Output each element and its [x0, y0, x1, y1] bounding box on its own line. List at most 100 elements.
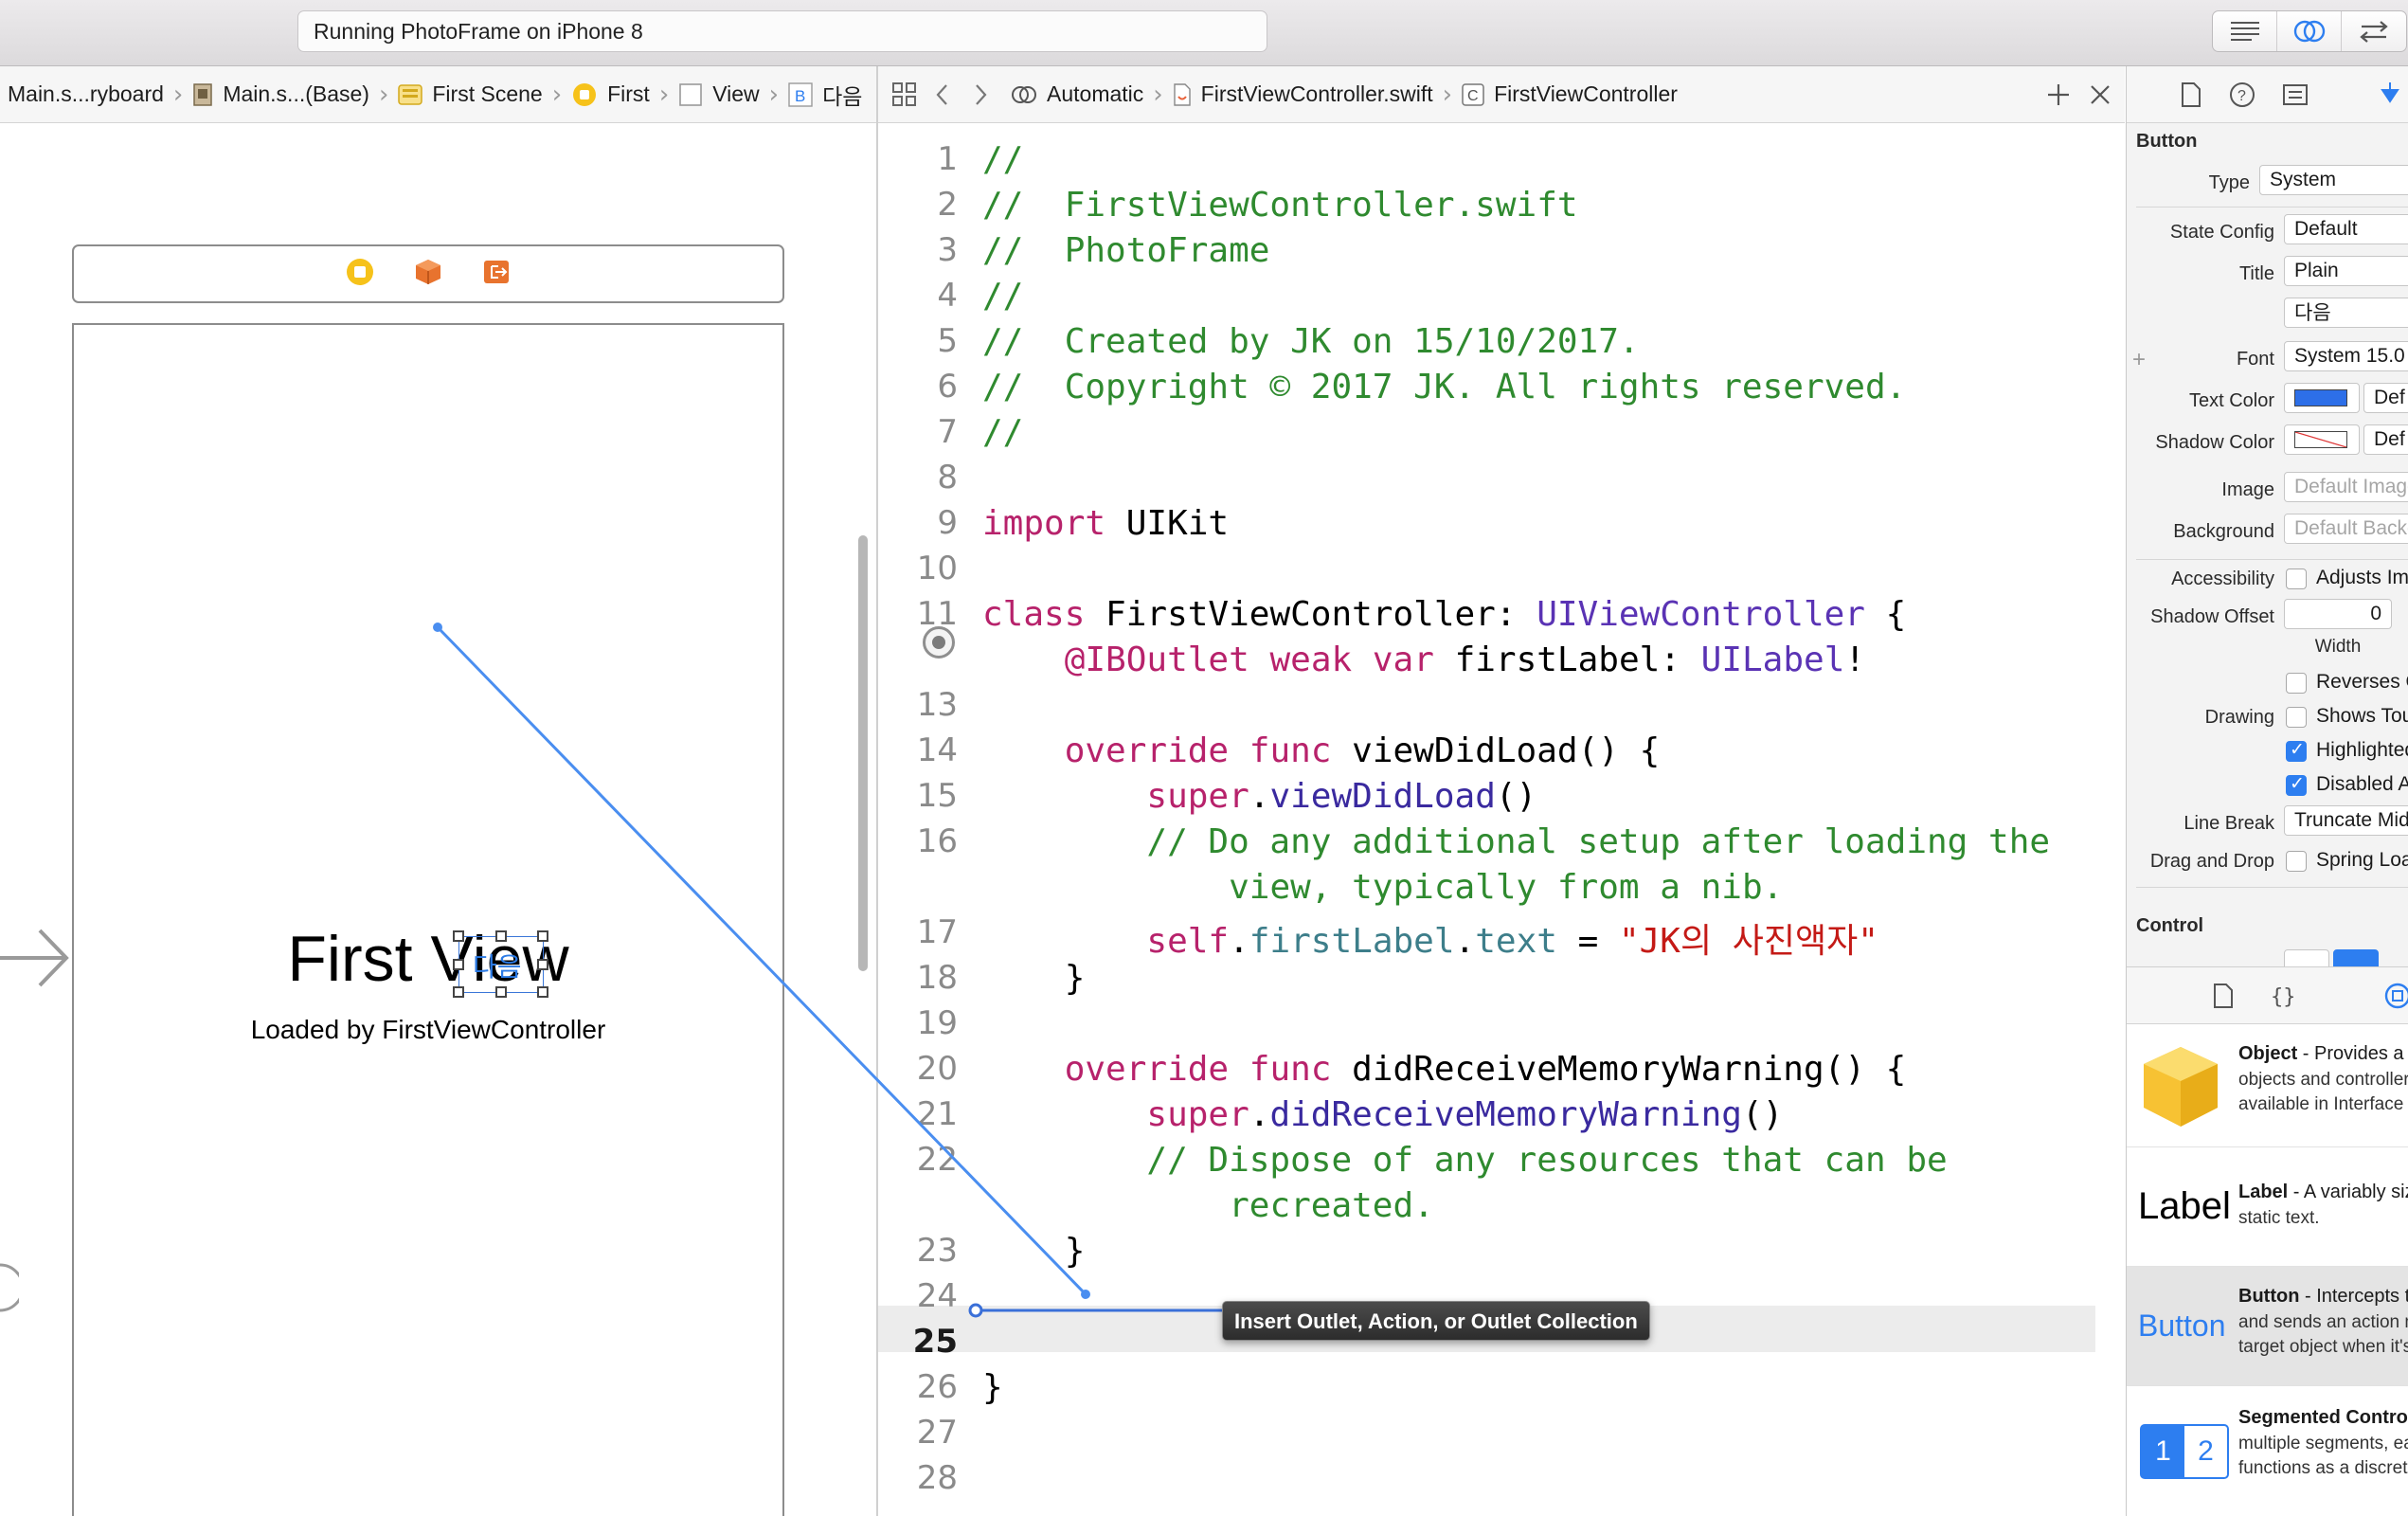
- code-line[interactable]: 28: [878, 1459, 2125, 1505]
- code-line[interactable]: 6 // Copyright © 2017 JK. All rights rese…: [878, 368, 2125, 413]
- view-controller-icon[interactable]: [345, 257, 375, 292]
- forward-icon[interactable]: [961, 76, 999, 114]
- jumpbar-item-automatic[interactable]: Automatic: [1009, 81, 1145, 107]
- code-line[interactable]: 3 // PhotoFrame: [878, 231, 2125, 277]
- first-view-subtitle-label[interactable]: Loaded by FirstViewController: [74, 1015, 782, 1045]
- code-token: .: [1229, 922, 1249, 961]
- file-inspector-icon[interactable]: [2174, 78, 2208, 112]
- adjusts-image-checkbox[interactable]: [2286, 568, 2307, 589]
- code-line[interactable]: 27: [878, 1414, 2125, 1459]
- line-number: 2: [937, 186, 958, 224]
- background-field[interactable]: Default Background: [2284, 514, 2408, 544]
- code-line[interactable]: recreated.: [878, 1186, 2125, 1232]
- code-line[interactable]: 16 // Do any additional setup after load…: [878, 822, 2125, 868]
- state-config-popup[interactable]: Default: [2284, 214, 2408, 244]
- text-color-well[interactable]: [2284, 383, 2360, 413]
- resize-handle[interactable]: [495, 930, 507, 942]
- shadow-offset-width-field[interactable]: 0: [2284, 599, 2392, 629]
- next-button[interactable]: 다음: [453, 930, 548, 998]
- library-item-segmented-control[interactable]: 1 2 Segmented Control multiple segments,…: [2127, 1386, 2408, 1516]
- line-break-popup[interactable]: Truncate Middle: [2284, 805, 2408, 836]
- first-responder-icon[interactable]: [413, 257, 443, 292]
- jumpbar-item-swift-file[interactable]: FirstViewController.swift: [1171, 81, 1435, 107]
- spring-loaded-checkbox[interactable]: [2286, 851, 2307, 872]
- jumpbar-item-first[interactable]: First: [569, 81, 652, 108]
- code-line[interactable]: 26}: [878, 1368, 2125, 1414]
- shadow-color-well[interactable]: [2284, 424, 2360, 455]
- library-item-object[interactable]: Object - Provides a template for objects…: [2127, 1026, 2408, 1147]
- resize-handle[interactable]: [495, 986, 507, 998]
- code-line[interactable]: 18 }: [878, 959, 2125, 1004]
- canvas-scrollbar[interactable]: [858, 535, 868, 971]
- code-line[interactable]: 22 // Dispose of any resources that can …: [878, 1141, 2125, 1186]
- resize-handle[interactable]: [453, 959, 464, 970]
- reverses-checkbox[interactable]: [2286, 673, 2307, 694]
- highlighted-adjusts-checkbox[interactable]: [2286, 739, 2307, 762]
- library-item-label[interactable]: Label Label - A variably sized amount of…: [2127, 1147, 2408, 1267]
- code-line[interactable]: 19: [878, 1004, 2125, 1050]
- code-line[interactable]: 7 //: [878, 413, 2125, 459]
- jumpbar-item-storyboard-base[interactable]: Main.s...(Base): [190, 81, 371, 107]
- resize-handle[interactable]: [537, 986, 548, 998]
- standard-editor-icon[interactable]: [2213, 11, 2277, 51]
- assistant-editor-icon[interactable]: [2277, 11, 2342, 51]
- add-editor-icon[interactable]: [2040, 76, 2077, 114]
- jumpbar-item-first-scene[interactable]: First Scene: [396, 81, 544, 107]
- code-line[interactable]: 21 super.didReceiveMemoryWarning(): [878, 1095, 2125, 1141]
- first-view-title-label[interactable]: First View: [74, 922, 782, 996]
- code-line[interactable]: 23 }: [878, 1232, 2125, 1277]
- image-field[interactable]: Default Image: [2284, 472, 2408, 502]
- jumpbar-item-button[interactable]: B 다음: [786, 79, 864, 111]
- text-color-popup[interactable]: Def: [2363, 383, 2408, 413]
- object-library-icon[interactable]: [2381, 979, 2408, 1013]
- code-line[interactable]: 11 class FirstViewController: UIViewContr…: [878, 595, 2125, 641]
- code-line[interactable]: 15 super.viewDidLoad(): [878, 777, 2125, 822]
- window-toolbar: Running PhotoFrame on iPhone 8: [0, 0, 2408, 66]
- back-icon[interactable]: [924, 76, 961, 114]
- version-editor-icon[interactable]: [2342, 11, 2406, 51]
- resize-handle[interactable]: [537, 930, 548, 942]
- code-line[interactable]: 8: [878, 459, 2125, 504]
- interface-builder-canvas[interactable]: First View Loaded by FirstViewController…: [0, 124, 876, 1516]
- title-text-field[interactable]: 다음: [2284, 298, 2408, 328]
- shadow-color-popup[interactable]: Def: [2363, 424, 2408, 455]
- first-view-controller-scene[interactable]: First View Loaded by FirstViewController…: [72, 323, 784, 1516]
- code-line[interactable]: 13: [878, 686, 2125, 731]
- code-line[interactable]: 2 // FirstViewController.swift: [878, 186, 2125, 231]
- resize-handle[interactable]: [537, 959, 548, 970]
- attributes-inspector-icon[interactable]: [2373, 78, 2407, 112]
- library-item-button[interactable]: Button Button - Intercepts touch events …: [2127, 1267, 2408, 1386]
- code-snippet-icon[interactable]: {}: [2263, 979, 2297, 1013]
- code-line[interactable]: @IBOutlet weak var firstLabel: UILabel!: [878, 641, 2125, 686]
- type-popup[interactable]: System: [2259, 165, 2408, 195]
- resize-handle[interactable]: [453, 930, 464, 942]
- svg-text:?: ?: [2237, 88, 2246, 104]
- identity-inspector-icon[interactable]: [2278, 78, 2312, 112]
- code-line[interactable]: 10: [878, 550, 2125, 595]
- code-line[interactable]: view, typically from a nib.: [878, 868, 2125, 913]
- code-line[interactable]: 14 override func viewDidLoad() {: [878, 731, 2125, 777]
- library-item-title: Object: [2238, 1043, 2298, 1064]
- attributes-inspector: ? Button Type System State Config Defaul…: [2126, 66, 2408, 1516]
- code-line[interactable]: 4 //: [878, 277, 2125, 322]
- code-line[interactable]: 20 override func didReceiveMemoryWarning…: [878, 1050, 2125, 1095]
- code-line[interactable]: 17 self.firstLabel.text = "JK의 사진액자": [878, 913, 2125, 961]
- related-items-icon[interactable]: [886, 76, 924, 114]
- font-field[interactable]: System 15.0: [2284, 341, 2408, 371]
- outlet-connected-icon[interactable]: [923, 626, 955, 659]
- resize-handle[interactable]: [453, 986, 464, 998]
- code-line[interactable]: 5 // Created by JK on 15/10/2017.: [878, 322, 2125, 368]
- code-line[interactable]: 9 import UIKit: [878, 504, 2125, 550]
- file-template-icon[interactable]: [2206, 979, 2240, 1013]
- title-type-popup[interactable]: Plain: [2284, 256, 2408, 286]
- shows-touch-checkbox[interactable]: [2286, 707, 2307, 728]
- close-editor-icon[interactable]: [2081, 76, 2119, 114]
- code-line[interactable]: 1 //: [878, 140, 2125, 186]
- disabled-adjusts-checkbox[interactable]: [2286, 773, 2307, 796]
- exit-icon[interactable]: [481, 257, 512, 292]
- quick-help-icon[interactable]: ?: [2225, 78, 2259, 112]
- jumpbar-item-storyboard[interactable]: Main.s...ryboard: [0, 81, 166, 107]
- jumpbar-item-class[interactable]: C FirstViewController: [1460, 81, 1680, 107]
- library-tabs: {}: [2127, 967, 2408, 1024]
- jumpbar-item-view[interactable]: View: [676, 81, 761, 107]
